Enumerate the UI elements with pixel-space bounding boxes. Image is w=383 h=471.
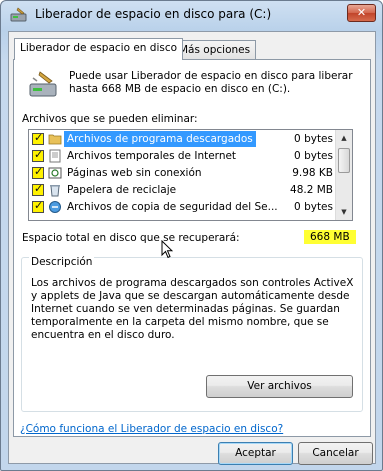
disk-cleanup-window: Liberador de espacio en disco para (C:) … xyxy=(0,0,383,471)
list-item[interactable]: ✓ Páginas web sin conexión 9.98 KB xyxy=(30,165,335,182)
mouse-pointer-icon xyxy=(161,240,173,259)
disk-cleanup-large-icon xyxy=(29,71,57,97)
disk-cleanup-icon xyxy=(10,7,27,22)
file-size: 0 bytes xyxy=(294,150,333,162)
file-size: 9.98 KB xyxy=(292,167,333,179)
recycle-bin-icon xyxy=(50,185,60,197)
scroll-up-icon[interactable]: ▲ xyxy=(336,130,352,146)
tab-disk-cleanup[interactable]: Liberador de espacio en disco xyxy=(14,38,184,60)
check-icon: ✓ xyxy=(34,199,44,212)
file-name: Papelera de reciclaje xyxy=(67,184,177,196)
description-text: Los archivos de programa descargados son… xyxy=(31,277,354,341)
check-icon: ✓ xyxy=(34,182,44,195)
total-space-value: 668 MB xyxy=(304,230,356,244)
offline-pages-icon xyxy=(48,167,62,179)
file-name: Páginas web sin conexión xyxy=(67,167,202,179)
check-icon: ✓ xyxy=(34,131,44,144)
file-name: Archivos temporales de Internet xyxy=(67,150,237,162)
checkbox[interactable]: ✓ xyxy=(32,199,44,213)
cancel-button[interactable]: Cancelar xyxy=(298,442,373,465)
check-icon: ✓ xyxy=(34,148,44,161)
checkbox[interactable]: ✓ xyxy=(32,182,44,196)
total-space-label: Espacio total en disco que se recuperará… xyxy=(22,232,240,244)
files-list-label: Archivos que se pueden eliminar: xyxy=(22,113,198,125)
scroll-down-icon[interactable]: ▼ xyxy=(336,204,352,220)
internet-file-icon xyxy=(49,149,61,163)
list-item[interactable]: ✓ Archivos temporales de Internet 0 byte… xyxy=(30,148,335,165)
title-bar[interactable]: Liberador de espacio en disco para (C:) … xyxy=(1,1,382,31)
file-name: Archivos de programa descargados xyxy=(64,131,256,147)
file-name: Archivos de copia de seguridad del Se... xyxy=(67,201,278,213)
description-title: Descripción xyxy=(29,256,95,268)
description-group: Descripción Los archivos de programa des… xyxy=(21,256,363,412)
check-icon: ✓ xyxy=(34,165,44,178)
list-scrollbar[interactable]: ▲ ▼ xyxy=(335,130,352,220)
ok-button[interactable]: Aceptar xyxy=(218,442,293,465)
checkbox[interactable]: ✓ xyxy=(32,148,44,162)
close-button[interactable]: ✕ xyxy=(347,4,376,22)
close-icon: ✕ xyxy=(356,6,367,19)
tab-panel: Puede usar Liberador de espacio en disco… xyxy=(13,59,371,437)
file-size: 0 bytes xyxy=(294,133,333,145)
dialog-body: Liberador de espacio en disco Más opcion… xyxy=(8,31,376,465)
intro-text: Puede usar Liberador de espacio en disco… xyxy=(69,70,353,95)
view-files-button[interactable]: Ver archivos xyxy=(206,375,353,398)
backup-icon xyxy=(49,201,61,213)
window-title: Liberador de espacio en disco para (C:) xyxy=(35,7,272,21)
checkbox[interactable]: ✓ xyxy=(32,165,44,179)
file-size: 48.2 MB xyxy=(290,184,333,196)
help-link[interactable]: ¿Cómo funciona el Liberador de espacio e… xyxy=(20,423,283,435)
list-item[interactable]: ✓ Archivos de copia de seguridad del Se.… xyxy=(30,199,335,216)
file-size: 0 bytes xyxy=(294,201,333,213)
scroll-thumb[interactable] xyxy=(338,148,350,173)
list-item[interactable]: ✓ Papelera de reciclaje 48.2 MB xyxy=(30,182,335,199)
tab-more-options[interactable]: Más opciones xyxy=(173,40,257,60)
checkbox[interactable]: ✓ xyxy=(32,131,44,145)
list-item[interactable]: ✓ Archivos de programa descargados 0 byt… xyxy=(30,131,335,148)
folder-icon xyxy=(48,134,62,145)
files-list[interactable]: ✓ Archivos de programa descargados 0 byt… xyxy=(28,129,353,221)
